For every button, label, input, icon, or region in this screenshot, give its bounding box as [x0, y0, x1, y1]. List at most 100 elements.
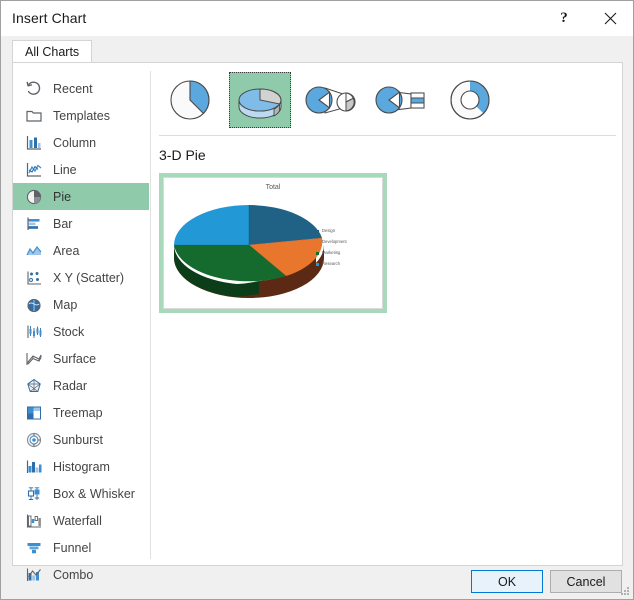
funnel-icon: [23, 538, 45, 558]
pie-of-pie-icon: [305, 86, 356, 114]
map-icon: [23, 295, 45, 315]
scatter-icon: [23, 268, 45, 288]
sidebar-item-label: Templates: [53, 108, 110, 123]
sunburst-icon: [23, 430, 45, 450]
chart-subtype-doughnut[interactable]: [439, 72, 501, 128]
pie-icon: [23, 187, 45, 207]
sidebar-item-label: Sunburst: [53, 432, 104, 447]
templates-icon: [23, 106, 45, 126]
chart-subtype-pane: 3-D Pie Total Design Development Marketi…: [159, 63, 622, 565]
sidebar-item-label: Pie: [53, 189, 72, 204]
sidebar-item-label: Treemap: [53, 405, 103, 420]
legend-label: Research: [322, 261, 340, 267]
box-whisker-icon: [23, 484, 45, 504]
content-panel: Recent Templates Column Line Pie Bar Are…: [12, 62, 623, 582]
pie-3d-preview-graphic: [174, 205, 324, 298]
treemap-icon: [23, 403, 45, 423]
dialog-footer: OK Cancel: [1, 566, 633, 599]
sidebar-item-label: Bar: [53, 216, 73, 231]
line-icon: [23, 160, 45, 180]
question-mark-icon: ?: [560, 10, 568, 26]
title-bar: Insert Chart ?: [1, 1, 633, 36]
legend-item: Design: [316, 226, 374, 237]
sidebar-item-map[interactable]: Map: [13, 291, 149, 318]
sidebar-item-waterfall[interactable]: Waterfall: [13, 507, 149, 534]
sidebar-item-label: Histogram: [53, 459, 110, 474]
sidebar-item-label: Waterfall: [53, 513, 102, 528]
sidebar-item-line[interactable]: Line: [13, 156, 149, 183]
close-icon: [604, 12, 616, 25]
sidebar-item-templates[interactable]: Templates: [13, 102, 149, 129]
chart-subtype-pie-of-pie[interactable]: [299, 72, 361, 128]
sidebar-item-surface[interactable]: Surface: [13, 345, 149, 372]
chart-subtype-pie[interactable]: [159, 72, 221, 128]
sidebar-item-recent[interactable]: Recent: [13, 75, 149, 102]
subtype-divider: [159, 135, 616, 136]
pie-3d-icon: [238, 88, 282, 119]
legend-label: Marketing: [322, 250, 341, 256]
waterfall-icon: [23, 511, 45, 531]
panel-divider: [150, 71, 151, 559]
legend-item: Development: [316, 237, 374, 248]
sidebar-item-label: Map: [53, 297, 78, 312]
sidebar-item-label: Box & Whisker: [53, 486, 135, 501]
sidebar-item-label: Column: [53, 135, 97, 150]
sidebar-item-label: Line: [53, 162, 77, 177]
radar-icon: [23, 376, 45, 396]
tab-all-charts-label: All Charts: [25, 45, 80, 59]
column-icon: [23, 133, 45, 153]
cancel-button[interactable]: Cancel: [550, 570, 622, 593]
tab-strip: All Charts: [1, 36, 633, 63]
preview-heading: 3-D Pie: [159, 147, 206, 163]
sidebar-item-box-whisker[interactable]: Box & Whisker: [13, 480, 149, 507]
window-title: Insert Chart: [12, 10, 87, 26]
legend-item: Research: [316, 259, 374, 270]
bar-icon: [23, 214, 45, 234]
sidebar-item-label: Recent: [53, 81, 93, 96]
sidebar-item-label: Radar: [53, 378, 88, 393]
area-icon: [23, 241, 45, 261]
sidebar-item-column[interactable]: Column: [13, 129, 149, 156]
sidebar-item-bar[interactable]: Bar: [13, 210, 149, 237]
sidebar-item-pie[interactable]: Pie: [13, 183, 149, 210]
surface-icon: [23, 349, 45, 369]
chart-subtype-bar-of-pie[interactable]: [369, 72, 431, 128]
sidebar-item-radar[interactable]: Radar: [13, 372, 149, 399]
close-button[interactable]: [587, 1, 633, 36]
legend-swatch-icon: [316, 230, 319, 233]
histogram-icon: [23, 457, 45, 477]
tab-all-charts[interactable]: All Charts: [12, 40, 93, 63]
legend-swatch-icon: [316, 241, 319, 244]
legend-swatch-icon: [316, 252, 319, 255]
legend-swatch-icon: [316, 263, 319, 266]
sidebar-item-label: Surface: [53, 351, 97, 366]
sidebar-item-treemap[interactable]: Treemap: [13, 399, 149, 426]
chart-category-list: Recent Templates Column Line Pie Bar Are…: [13, 75, 149, 588]
chart-legend: Design Development Marketing Research: [316, 226, 374, 270]
chart-subtype-gallery: [159, 71, 509, 129]
sidebar-item-label: X Y (Scatter): [53, 270, 125, 285]
sidebar-item-area[interactable]: Area: [13, 237, 149, 264]
chart-preview[interactable]: Total Design Development Marketing Resea…: [159, 173, 387, 313]
chart-preview-canvas: Total Design Development Marketing Resea…: [163, 177, 383, 309]
pie-2d-icon: [170, 80, 210, 120]
legend-label: Design: [322, 228, 336, 234]
sidebar-item-label: Funnel: [53, 540, 92, 555]
insert-chart-dialog: Insert Chart ? All Charts Recent Templat…: [0, 0, 634, 600]
sidebar-item-label: Stock: [53, 324, 85, 339]
bar-of-pie-icon: [375, 86, 425, 114]
legend-item: Marketing: [316, 248, 374, 259]
sidebar-item-scatter[interactable]: X Y (Scatter): [13, 264, 149, 291]
stock-icon: [23, 322, 45, 342]
chart-subtype-3d-pie[interactable]: [229, 72, 291, 128]
help-button[interactable]: ?: [541, 1, 587, 36]
sidebar-item-sunburst[interactable]: Sunburst: [13, 426, 149, 453]
sidebar-item-histogram[interactable]: Histogram: [13, 453, 149, 480]
sidebar-item-stock[interactable]: Stock: [13, 318, 149, 345]
doughnut-icon: [450, 80, 490, 120]
resize-grip[interactable]: [620, 586, 630, 596]
legend-label: Development: [322, 239, 347, 245]
sidebar-item-funnel[interactable]: Funnel: [13, 534, 149, 561]
ok-button[interactable]: OK: [471, 570, 543, 593]
recent-icon: [23, 79, 45, 99]
